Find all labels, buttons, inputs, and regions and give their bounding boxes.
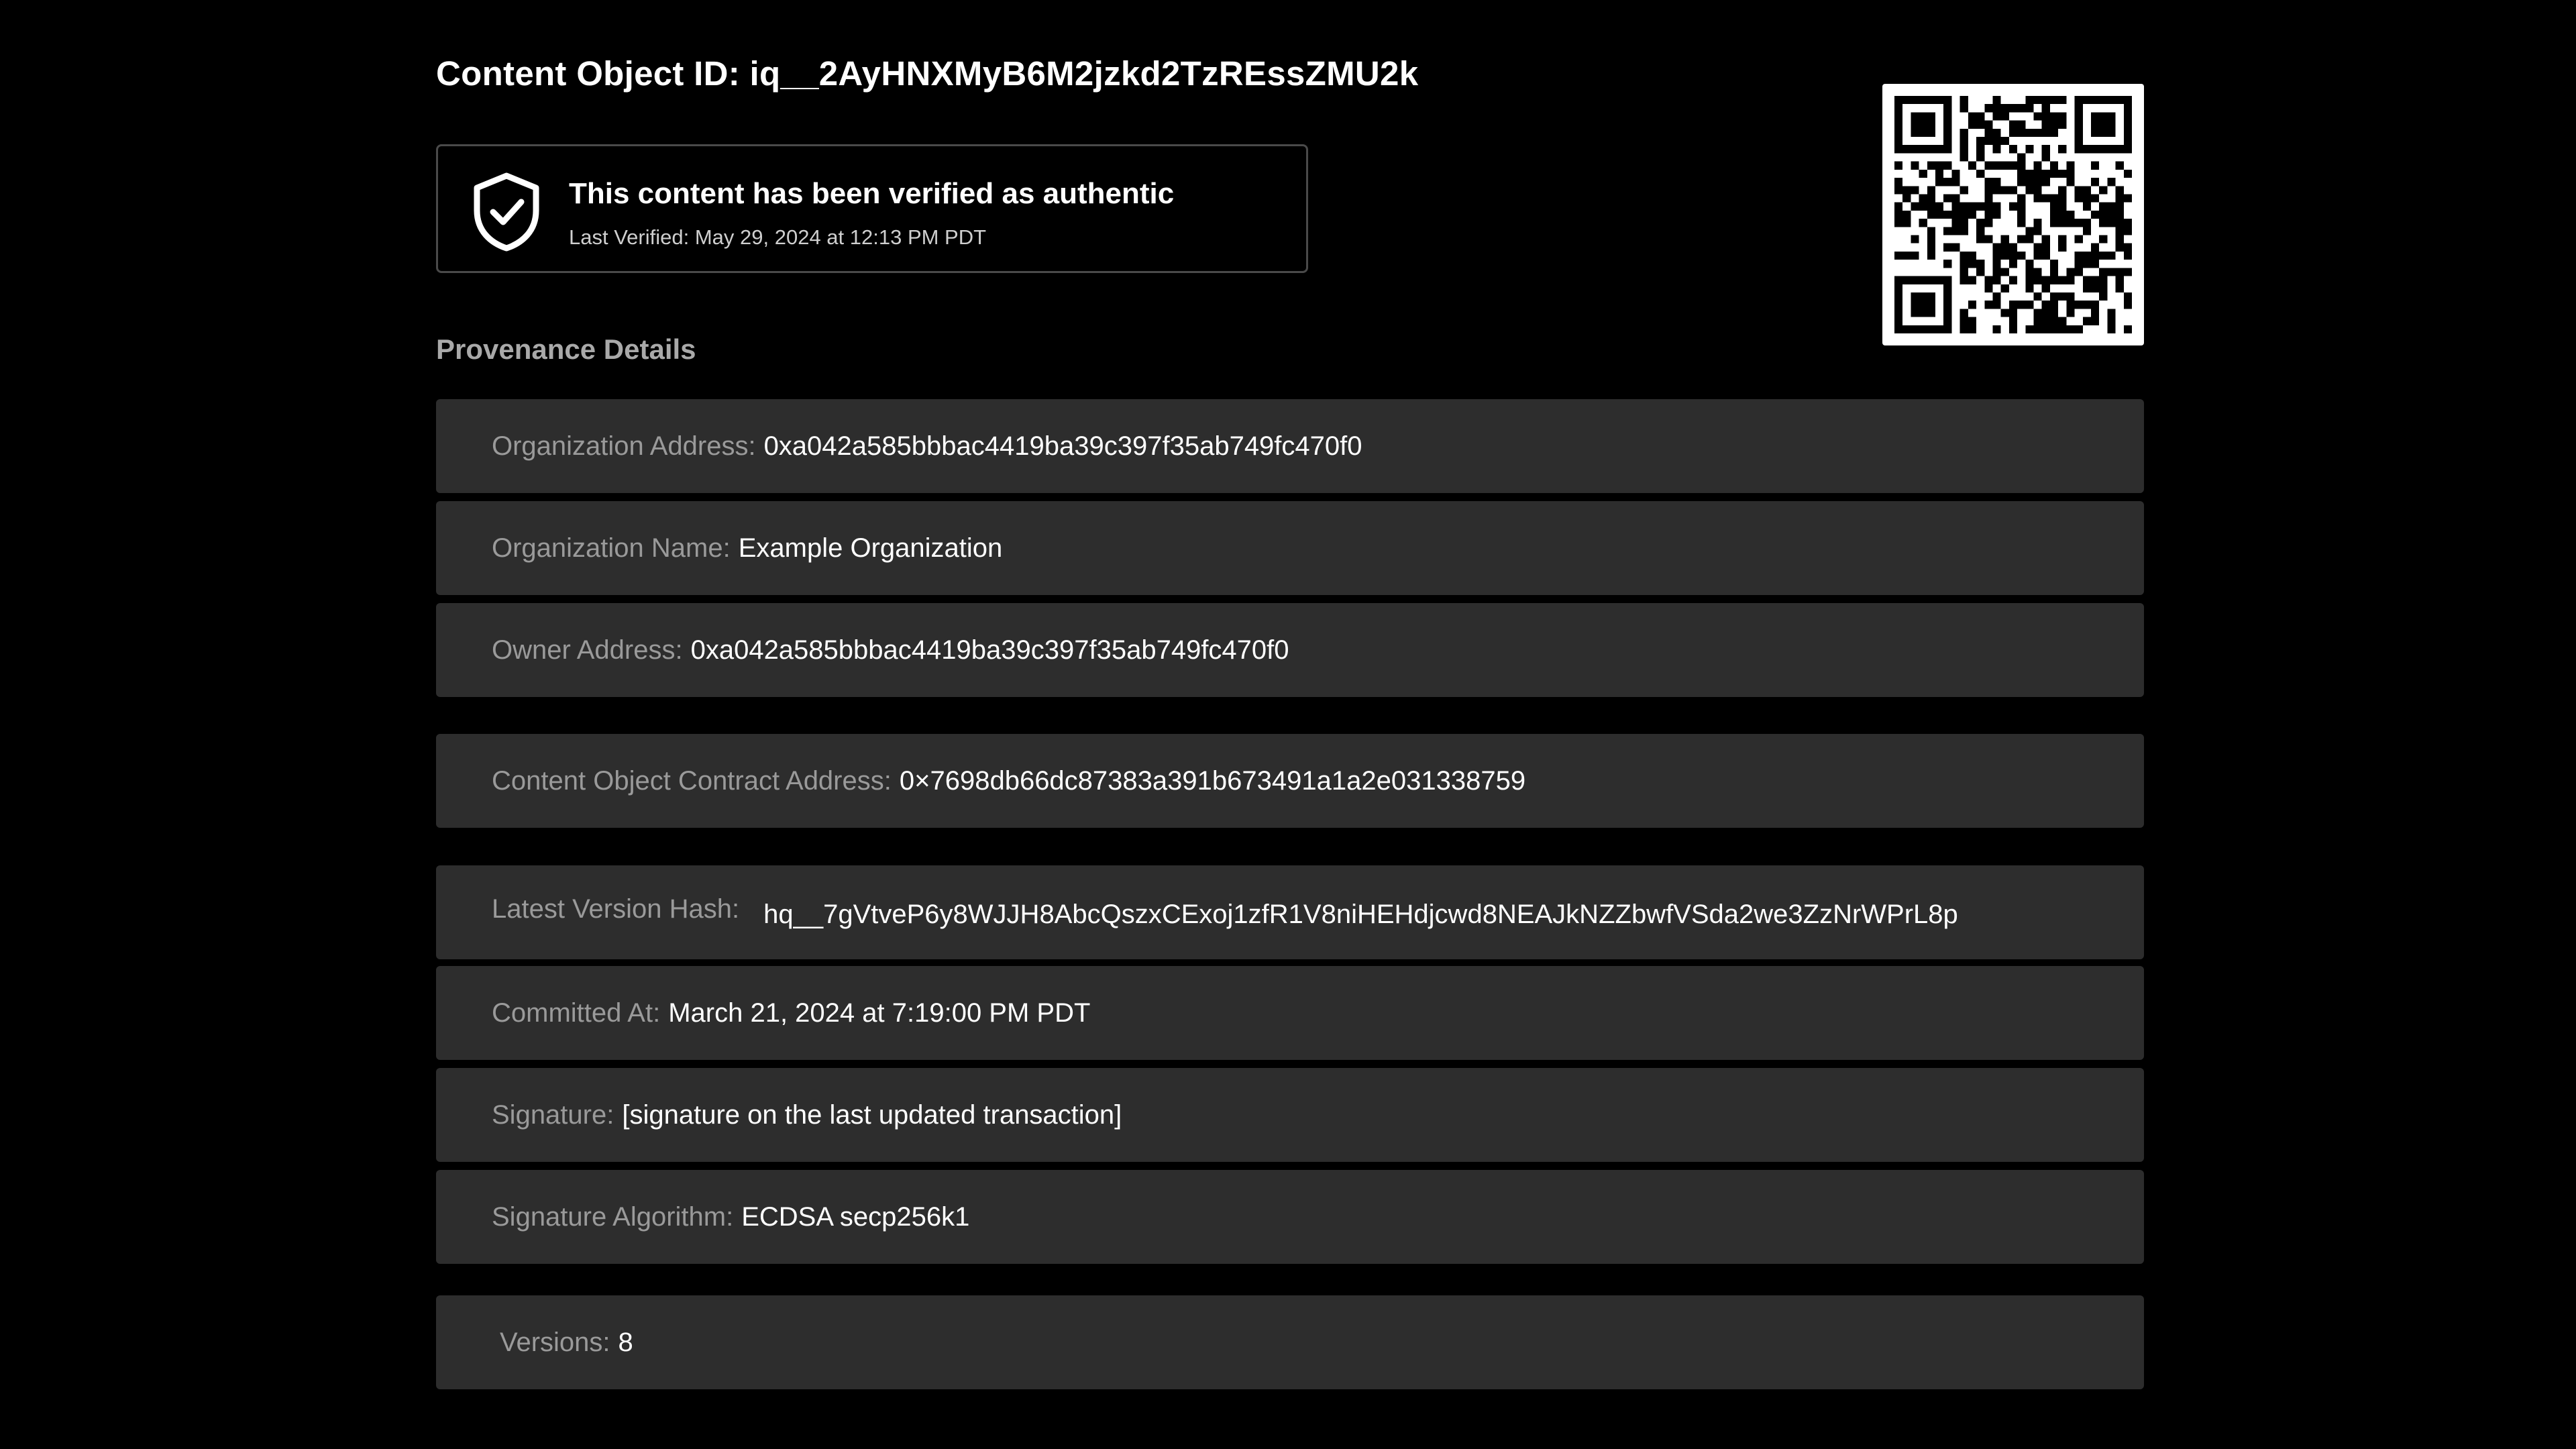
contract-address-row: Content Object Contract Address: 0×7698d… [436, 734, 2144, 828]
row-label: Organization Address: [492, 431, 756, 461]
owner-address-row: Owner Address: 0xa042a585bbbac4419ba39c3… [436, 603, 2144, 697]
row-value: 0xa042a585bbbac4419ba39c397f35ab749fc470… [763, 431, 1362, 461]
qr-code-image [1894, 96, 2132, 333]
row-label: Versions: [500, 1327, 610, 1357]
row-value: [signature on the last updated transacti… [622, 1099, 1122, 1130]
committed-at-row: Committed At: March 21, 2024 at 7:19:00 … [436, 966, 2144, 1060]
shield-check-icon [474, 172, 539, 252]
latest-version-hash-row: Latest Version Hash: hq__7gVtveP6y8WJJH8… [436, 865, 2144, 959]
page-title: Content Object ID: iq__2AyHNXMyB6M2jzkd2… [436, 54, 1419, 93]
organization-name-row: Organization Name: Example Organization [436, 501, 2144, 595]
row-value: ECDSA secp256k1 [741, 1201, 970, 1232]
row-value: March 21, 2024 at 7:19:00 PM PDT [668, 998, 1091, 1028]
row-label: Signature Algorithm: [492, 1201, 734, 1232]
signature-algorithm-row: Signature Algorithm: ECDSA secp256k1 [436, 1170, 2144, 1264]
row-label: Content Object Contract Address: [492, 765, 892, 796]
row-label: Signature: [492, 1099, 614, 1130]
row-value: Example Organization [738, 533, 1003, 563]
provenance-heading: Provenance Details [436, 333, 696, 365]
versions-row: Versions: 8 [436, 1295, 2144, 1389]
row-label: Latest Version Hash: [492, 894, 740, 924]
row-value: 8 [618, 1327, 633, 1357]
organization-address-row: Organization Address: 0xa042a585bbbac441… [436, 399, 2144, 493]
qr-code[interactable] [1882, 84, 2144, 345]
row-value: 0xa042a585bbbac4419ba39c397f35ab749fc470… [690, 635, 1289, 665]
row-label: Owner Address: [492, 635, 683, 665]
last-verified-timestamp: Last Verified: May 29, 2024 at 12:13 PM … [569, 225, 987, 249]
row-label: Committed At: [492, 998, 661, 1028]
content-verification-page: Content Object ID: iq__2AyHNXMyB6M2jzkd2… [0, 0, 2576, 1449]
verification-banner: This content has been verified as authen… [436, 144, 1308, 273]
row-label: Organization Name: [492, 533, 731, 563]
row-value: hq__7gVtveP6y8WJJH8AbcQszxCExoj1zfR1V8ni… [763, 899, 1958, 929]
verification-status: This content has been verified as authen… [569, 177, 1175, 210]
signature-row: Signature: [signature on the last update… [436, 1068, 2144, 1162]
row-value: 0×7698db66dc87383a391b673491a1a2e0313387… [899, 765, 1526, 796]
